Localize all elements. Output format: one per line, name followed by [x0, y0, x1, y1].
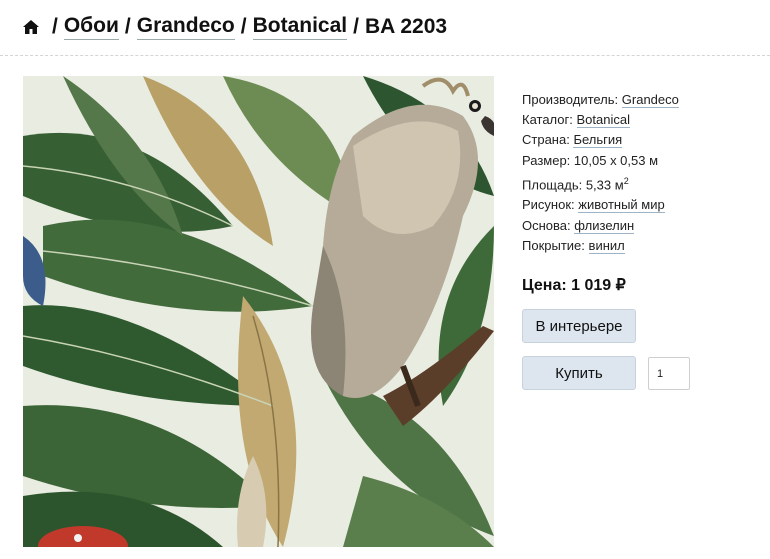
property-link-pattern[interactable]: животный мир [578, 197, 665, 214]
divider [0, 55, 770, 56]
breadcrumb-separator: / [353, 15, 359, 38]
property-pattern: Рисунок: животный мир [522, 195, 679, 215]
property-country: Страна: Бельгия [522, 130, 679, 150]
property-link-country[interactable]: Бельгия [573, 132, 623, 149]
property-value-size: 10,05 х 0,53 м [573, 152, 659, 168]
property-link-base[interactable]: флизелин [574, 217, 635, 234]
property-link-coating[interactable]: винил [588, 237, 625, 254]
property-label: Основа: [522, 217, 571, 233]
breadcrumb-current: BA 2203 [364, 15, 448, 38]
quantity-input[interactable] [648, 357, 690, 390]
property-label: Размер: [522, 152, 571, 168]
property-label: Страна: [522, 132, 570, 148]
property-label: Покрытие: [522, 237, 585, 253]
property-link-manufacturer[interactable]: Grandeco [621, 92, 679, 108]
breadcrumb: / Обои / Grandeco / Botanical / BA 2203 [22, 12, 447, 42]
breadcrumb-separator: / [124, 15, 131, 38]
property-label: Рисунок: [522, 197, 575, 213]
breadcrumb-link-manufacturer[interactable]: Grandeco [136, 14, 235, 40]
product-image[interactable] [23, 76, 494, 547]
in-interior-button[interactable]: В интерьере [522, 309, 636, 343]
breadcrumb-link-catalog[interactable]: Botanical [252, 14, 348, 40]
property-size: Размер: 10,05 х 0,53 м [522, 151, 679, 171]
property-label: Площадь: [522, 177, 583, 193]
price: Цена: 1 019 ₽ [522, 277, 626, 294]
property-link-catalog[interactable]: Botanical [576, 112, 630, 129]
area-unit-superscript: 2 [623, 175, 629, 186]
property-catalog: Каталог: Botanical [522, 110, 679, 130]
property-manufacturer: Производитель: Grandeco [522, 90, 679, 110]
breadcrumb-separator: / [240, 15, 247, 38]
property-coating: Покрытие: винил [522, 236, 679, 256]
property-area: Площадь: 5,33 м2 [522, 171, 679, 196]
product-properties: Производитель: Grandeco Каталог: Botanic… [522, 90, 679, 256]
home-icon[interactable] [22, 18, 40, 36]
property-value-area: 5,33 м [585, 177, 624, 193]
breadcrumb-separator: / [52, 15, 58, 38]
breadcrumb-link-wallpaper[interactable]: Обои [63, 14, 119, 40]
property-label: Каталог: [522, 112, 573, 128]
property-base: Основа: флизелин [522, 216, 679, 236]
property-label: Производитель: [522, 92, 619, 107]
buy-button[interactable]: Купить [522, 356, 636, 390]
